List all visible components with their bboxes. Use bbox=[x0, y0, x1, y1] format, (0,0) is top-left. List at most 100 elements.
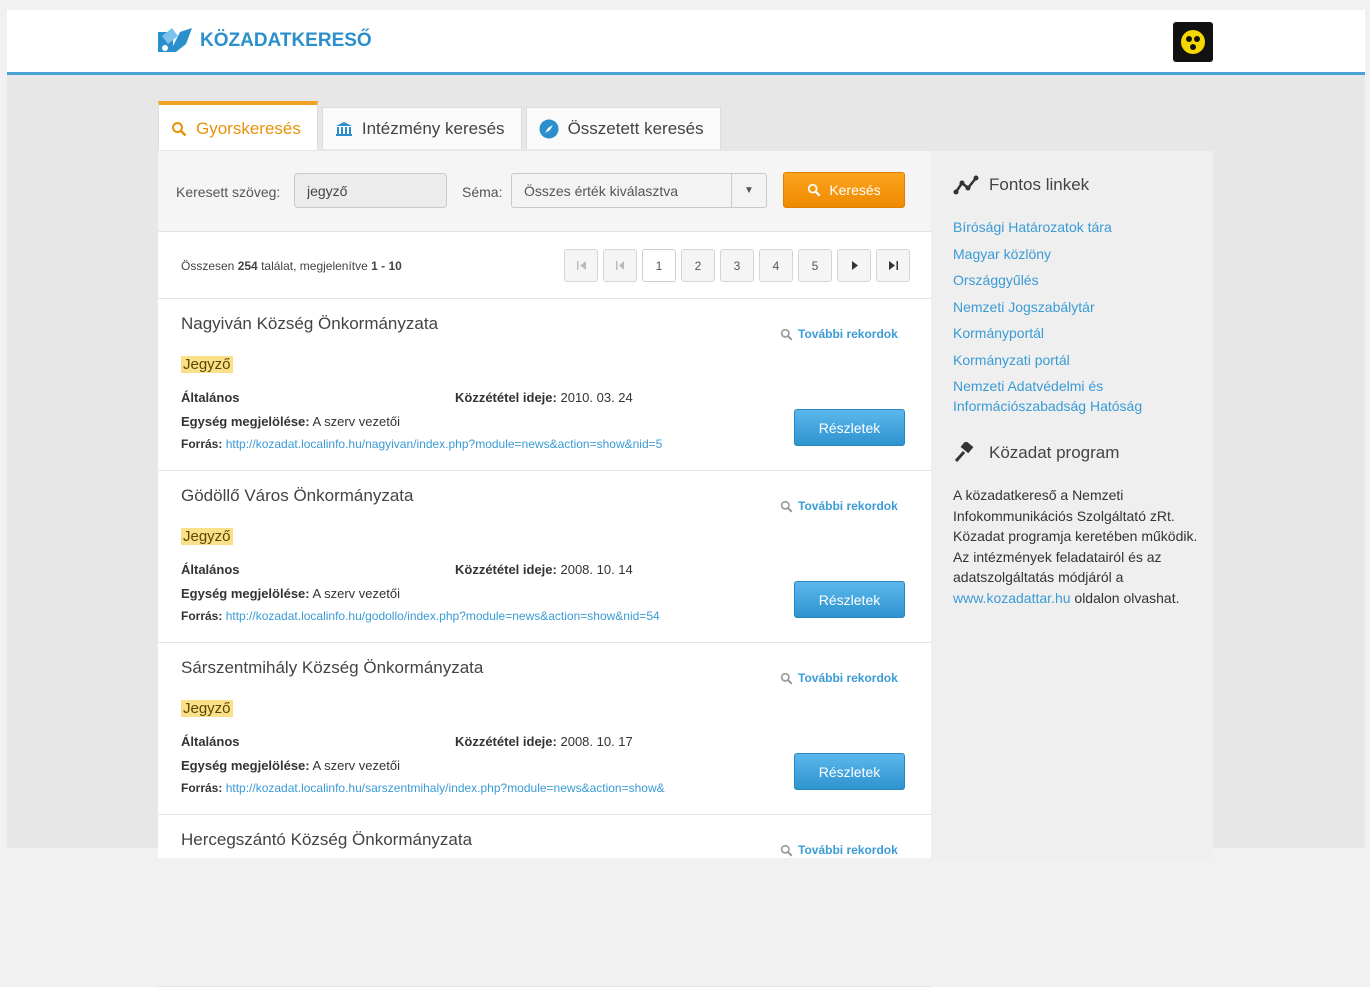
next-page-button[interactable] bbox=[837, 249, 871, 282]
result-item: Hercegszántó Község Önkormányzata Tovább… bbox=[158, 815, 931, 987]
results-range: 1 - 10 bbox=[371, 259, 402, 273]
page-button[interactable]: 2 bbox=[681, 249, 715, 282]
logo-mark-icon bbox=[158, 26, 192, 56]
next-page-icon bbox=[851, 261, 858, 270]
tab-label: Gyorskeresés bbox=[196, 118, 301, 138]
more-records-link[interactable]: További rekordok bbox=[780, 327, 898, 341]
date-value: 2010. 03. 24 bbox=[560, 390, 633, 405]
compass-icon bbox=[539, 119, 559, 139]
result-title[interactable]: Hercegszántó Község Önkormányzata bbox=[181, 830, 472, 850]
source-label: Forrás: bbox=[181, 609, 223, 623]
sidebar-link[interactable]: Kormányportál bbox=[953, 320, 1193, 347]
details-button[interactable]: Részletek bbox=[794, 409, 905, 446]
sidebar: Fontos linkek Bírósági Határozatok tára … bbox=[931, 151, 1213, 858]
details-button[interactable]: Részletek bbox=[794, 581, 905, 618]
details-button[interactable]: Részletek bbox=[794, 753, 905, 790]
schema-selected-value: Összes érték kiválasztva bbox=[524, 183, 679, 199]
result-date: Közzététel ideje: 2008. 10. 14 bbox=[455, 562, 633, 577]
page-button[interactable]: 4 bbox=[759, 249, 793, 282]
first-page-icon bbox=[576, 261, 586, 270]
result-category: Általános bbox=[181, 562, 240, 577]
source-link[interactable]: http://kozadat.localinfo.hu/godollo/inde… bbox=[226, 609, 660, 623]
result-source: Forrás: http://kozadat.localinfo.hu/sars… bbox=[181, 781, 741, 795]
source-label: Forrás: bbox=[181, 437, 223, 451]
source-link[interactable]: http://kozadat.localinfo.hu/nagyivan/ind… bbox=[226, 437, 663, 451]
page-button[interactable]: 5 bbox=[798, 249, 832, 282]
result-unit: Egység megjelölése: A szerv vezetői bbox=[181, 586, 400, 601]
sidebar-link[interactable]: Országgyűlés bbox=[953, 267, 1193, 294]
result-unit: Egység megjelölése: A szerv vezetői bbox=[181, 758, 400, 773]
page-button[interactable]: 3 bbox=[720, 249, 754, 282]
result-category: Általános bbox=[181, 734, 240, 749]
result-item: Sárszentmihály Község Önkormányzata Tová… bbox=[158, 643, 931, 815]
program-description: A közadatkereső a Nemzeti Infokommunikác… bbox=[953, 485, 1198, 608]
tab-institution-search[interactable]: Intézmény keresés bbox=[321, 107, 522, 149]
links-title: Fontos linkek bbox=[989, 175, 1090, 194]
result-title[interactable]: Sárszentmihály Község Önkormányzata bbox=[181, 658, 483, 678]
unit-value: A szerv vezetői bbox=[312, 586, 400, 601]
tab-label: Összetett keresés bbox=[567, 118, 704, 138]
pagination: 1 2 3 4 5 bbox=[564, 249, 915, 282]
schema-select[interactable]: Összes érték kiválasztva ▼ bbox=[511, 173, 767, 208]
unit-value: A szerv vezetői bbox=[312, 758, 400, 773]
result-title[interactable]: Gödöllő Város Önkormányzata bbox=[181, 486, 413, 506]
sidebar-link[interactable]: Bírósági Határozatok tára bbox=[953, 214, 1193, 241]
results-count-prefix: Összesen bbox=[181, 259, 235, 273]
sidebar-link[interactable]: Kormányzati portál bbox=[953, 347, 1193, 374]
unit-label: Egység megjelölése: bbox=[181, 414, 310, 429]
search-button[interactable]: Keresés bbox=[783, 172, 905, 208]
sidebar-link[interactable]: Nemzeti Jogszabálytár bbox=[953, 294, 1193, 321]
result-tag: Jegyző bbox=[181, 356, 233, 373]
result-date: Közzététel ideje: 2008. 10. 17 bbox=[455, 734, 633, 749]
results-count: Összesen 254 találat, megjelenítve 1 - 1… bbox=[181, 259, 402, 273]
sidebar-link[interactable]: Nemzeti Adatvédelmi és Információszabads… bbox=[953, 376, 1193, 416]
unit-label: Egység megjelölése: bbox=[181, 758, 310, 773]
tab-advanced-search[interactable]: Összetett keresés bbox=[525, 107, 721, 149]
kozadattar-link[interactable]: www.kozadattar.hu bbox=[953, 590, 1071, 606]
more-records-link[interactable]: További rekordok bbox=[780, 671, 898, 685]
result-source: Forrás: http://kozadat.localinfo.hu/godo… bbox=[181, 609, 741, 623]
important-links: Bírósági Határozatok tára Magyar közlöny… bbox=[953, 214, 1193, 416]
result-item: Nagyiván Község Önkormányzata További re… bbox=[158, 299, 931, 471]
more-records-link[interactable]: További rekordok bbox=[780, 499, 898, 513]
search-icon bbox=[780, 672, 793, 684]
main-content: Keresett szöveg: Séma: Összes érték kivá… bbox=[158, 151, 931, 987]
more-records-label: További rekordok bbox=[798, 499, 898, 513]
results-header: Összesen 254 találat, megjelenítve 1 - 1… bbox=[158, 232, 931, 299]
more-records-link[interactable]: További rekordok bbox=[780, 843, 898, 857]
accessibility-button[interactable] bbox=[1173, 22, 1213, 62]
date-value: 2008. 10. 14 bbox=[560, 562, 633, 577]
first-page-button[interactable] bbox=[564, 249, 598, 282]
search-icon bbox=[780, 500, 793, 512]
prev-page-icon bbox=[615, 261, 624, 270]
result-unit: Egység megjelölése: A szerv vezetői bbox=[181, 414, 400, 429]
source-link[interactable]: http://kozadat.localinfo.hu/sarszentmiha… bbox=[226, 781, 665, 795]
unit-label: Egység megjelölése: bbox=[181, 586, 310, 601]
result-date: Közzététel ideje: 2010. 03. 24 bbox=[455, 390, 633, 405]
site-logo[interactable]: KÖZADATKERESŐ bbox=[158, 26, 372, 56]
program-text-end: oldalon olvashat. bbox=[1074, 589, 1180, 606]
date-label: Közzététel ideje: bbox=[455, 562, 557, 577]
last-page-button[interactable] bbox=[876, 249, 910, 282]
program-text: A közadatkereső a Nemzeti Infokommunikác… bbox=[953, 487, 1198, 585]
results-count-middle: találat, megjelenítve bbox=[261, 259, 368, 273]
prev-page-button[interactable] bbox=[603, 249, 637, 282]
result-title[interactable]: Nagyiván Község Önkormányzata bbox=[181, 314, 438, 334]
sidebar-link[interactable]: Magyar közlöny bbox=[953, 241, 1193, 268]
program-heading: Közadat program bbox=[953, 442, 1119, 464]
tab-quick-search[interactable]: Gyorskeresés bbox=[158, 101, 318, 150]
date-label: Közzététel ideje: bbox=[455, 734, 557, 749]
more-records-label: További rekordok bbox=[798, 843, 898, 857]
search-icon bbox=[780, 328, 793, 340]
more-records-label: További rekordok bbox=[798, 671, 898, 685]
tab-label: Intézmény keresés bbox=[361, 118, 505, 138]
date-value: 2008. 10. 17 bbox=[560, 734, 633, 749]
search-text-label: Keresett szöveg: bbox=[176, 184, 281, 200]
search-icon bbox=[171, 121, 187, 137]
more-records-label: További rekordok bbox=[798, 327, 898, 341]
page-button[interactable]: 1 bbox=[642, 249, 676, 282]
results-total: 254 bbox=[237, 259, 258, 273]
search-text-input[interactable] bbox=[294, 173, 447, 208]
date-label: Közzététel ideje: bbox=[455, 390, 557, 405]
result-category: Általános bbox=[181, 390, 240, 405]
